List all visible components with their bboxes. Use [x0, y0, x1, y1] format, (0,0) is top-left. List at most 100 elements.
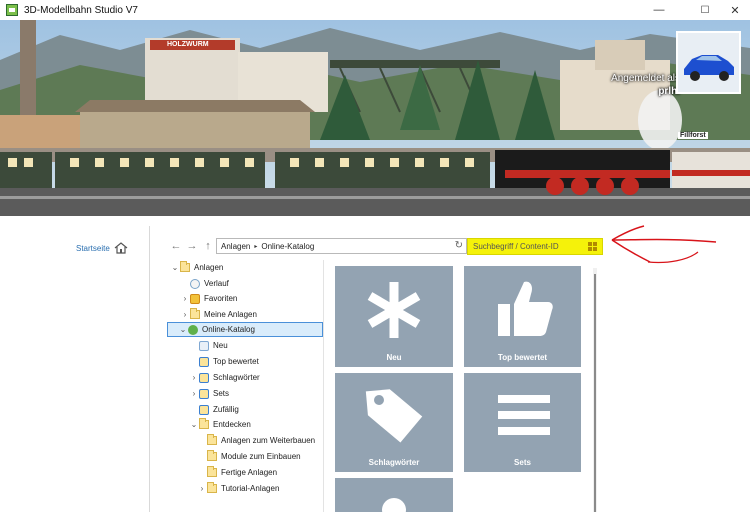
tree-item-top-bewertet[interactable]: Top bewertet [189, 354, 259, 369]
folder-icon [207, 466, 217, 477]
tile-neu[interactable]: Neu [335, 266, 453, 367]
banner-scene [0, 20, 750, 216]
tag-icon [199, 372, 209, 383]
sets-icon [199, 388, 209, 399]
folder-icon [190, 308, 200, 319]
tree-item-entdecken[interactable]: ⌄ Entdecken [189, 417, 251, 432]
tile-schlagwoerter[interactable]: Schlagwörter [335, 373, 453, 472]
login-line2: prlhi [658, 86, 680, 97]
back-button[interactable]: ← [170, 240, 182, 252]
tree-item-neu[interactable]: Neu [189, 338, 228, 353]
tile-top-bewertet[interactable]: Top bewertet [464, 266, 581, 367]
chevron-right-icon[interactable]: › [180, 310, 190, 319]
up-button[interactable]: ↑ [202, 240, 214, 252]
tile-label: Top bewertet [497, 353, 548, 362]
tree-label: Verlauf [204, 279, 229, 288]
random-icon [199, 404, 209, 415]
tree-label: Neu [213, 341, 228, 350]
tree-item-schlagwoerter[interactable]: › Schlagwörter [189, 370, 260, 385]
tile-label: Neu [386, 353, 402, 362]
tree-label: Top bewertet [213, 357, 259, 366]
tree-label: Zufällig [213, 405, 239, 414]
refresh-icon[interactable]: ↻ [455, 240, 463, 251]
asterisk-icon [367, 282, 421, 338]
tile-zufaellig[interactable] [335, 478, 453, 516]
minimize-button[interactable]: — [644, 0, 674, 20]
breadcrumb-item-online-katalog[interactable]: Online-Katalog [261, 242, 314, 251]
thumb-icon [199, 356, 209, 367]
tag-icon [365, 389, 423, 443]
chevron-down-icon[interactable]: ⌄ [178, 325, 188, 334]
tree-item-zufaellig[interactable]: Zufällig [189, 402, 239, 417]
login-line1: Angemeldet als [611, 73, 680, 84]
tree-label: Tutorial-Anlagen [221, 484, 280, 493]
tree-label: Module zum Einbauen [221, 452, 301, 461]
tree-item-favoriten[interactable]: › Favoriten [180, 291, 237, 306]
home-icon [114, 242, 128, 254]
list-icon [498, 395, 550, 435]
folder-icon [180, 261, 190, 272]
holzwurm-sign: HOLZWURM [164, 41, 212, 48]
tree-label: Fertige Anlagen [221, 468, 278, 477]
tile-label: Schlagwörter [368, 458, 420, 467]
tree-label: Entdecken [213, 420, 251, 429]
banner-image: HOLZWURM Fillforst Angemeldet als prlhi [0, 20, 750, 216]
tree-item-online-katalog[interactable]: ⌄ Online-Katalog [167, 322, 323, 337]
chevron-down-icon[interactable]: ⌄ [189, 420, 199, 429]
tree-label: Favoriten [204, 294, 238, 303]
breadcrumb-item-anlagen[interactable]: Anlagen [221, 242, 250, 251]
fillforst-sign: Fillforst [678, 132, 708, 139]
content-divider [323, 260, 324, 512]
folder-icon [207, 434, 217, 445]
tree-item-meine-anlagen[interactable]: › Meine Anlagen [180, 307, 257, 322]
tree-label: Anlagen [194, 263, 224, 272]
search-input[interactable]: Suchbegriff / Content-ID [467, 238, 603, 255]
tree-item-anlagen[interactable]: ⌄ Anlagen [170, 260, 223, 275]
startseite-label: Startseite [76, 243, 110, 253]
app-icon [6, 4, 18, 16]
favorites-icon [190, 293, 200, 304]
breadcrumb-separator: ▸ [254, 243, 258, 250]
breadcrumb[interactable]: Anlagen ▸ Online-Katalog ↻ [216, 238, 467, 254]
annotation-arrow [611, 225, 717, 264]
login-status: Angemeldet als prlhi [590, 72, 680, 98]
car-avatar-icon [678, 33, 739, 92]
chevron-right-icon[interactable]: › [189, 373, 199, 382]
nav-divider [149, 226, 150, 512]
globe-icon [188, 324, 198, 335]
chevron-right-icon[interactable]: › [180, 294, 190, 303]
startseite-link[interactable]: Startseite [76, 242, 128, 254]
title-bar: 3D-Modellbahn Studio V7 — ☐ ✕ [0, 0, 750, 20]
search-placeholder: Suchbegriff / Content-ID [473, 242, 559, 251]
tree-item-tutorial-anlagen[interactable]: › Tutorial-Anlagen [197, 481, 279, 496]
tree-item-module-einbauen[interactable]: Module zum Einbauen [197, 449, 301, 464]
tree-item-sets[interactable]: › Sets [189, 386, 229, 401]
tree-item-verlauf[interactable]: Verlauf [180, 276, 229, 291]
close-button[interactable]: ✕ [720, 0, 750, 20]
scrollbar-thumb[interactable] [594, 274, 596, 512]
window-title: 3D-Modellbahn Studio V7 [24, 4, 138, 16]
new-icon [199, 340, 209, 351]
user-avatar[interactable] [676, 31, 741, 94]
tree-label: Schlagwörter [213, 373, 260, 382]
grid-view-icon[interactable] [588, 242, 597, 251]
history-icon [190, 278, 200, 289]
folder-icon [207, 450, 217, 461]
tree-label: Meine Anlagen [204, 310, 257, 319]
folder-icon [199, 418, 209, 429]
random-icon [382, 498, 406, 516]
tree-label: Online-Katalog [202, 325, 255, 334]
chevron-down-icon[interactable]: ⌄ [170, 263, 180, 272]
chevron-right-icon[interactable]: › [197, 484, 207, 493]
tree-item-anlagen-weiterbauen[interactable]: Anlagen zum Weiterbauen [197, 433, 315, 448]
tile-label: Sets [514, 458, 531, 467]
forward-button[interactable]: → [186, 240, 198, 252]
chevron-right-icon[interactable]: › [189, 389, 199, 398]
tile-sets[interactable]: Sets [464, 373, 581, 472]
tree-item-fertige-anlagen[interactable]: Fertige Anlagen [197, 465, 277, 480]
tree-label: Anlagen zum Weiterbauen [221, 436, 316, 445]
folder-icon [207, 482, 217, 493]
thumbs-up-icon [498, 281, 553, 336]
maximize-button[interactable]: ☐ [690, 0, 720, 20]
tree-label: Sets [213, 389, 230, 398]
